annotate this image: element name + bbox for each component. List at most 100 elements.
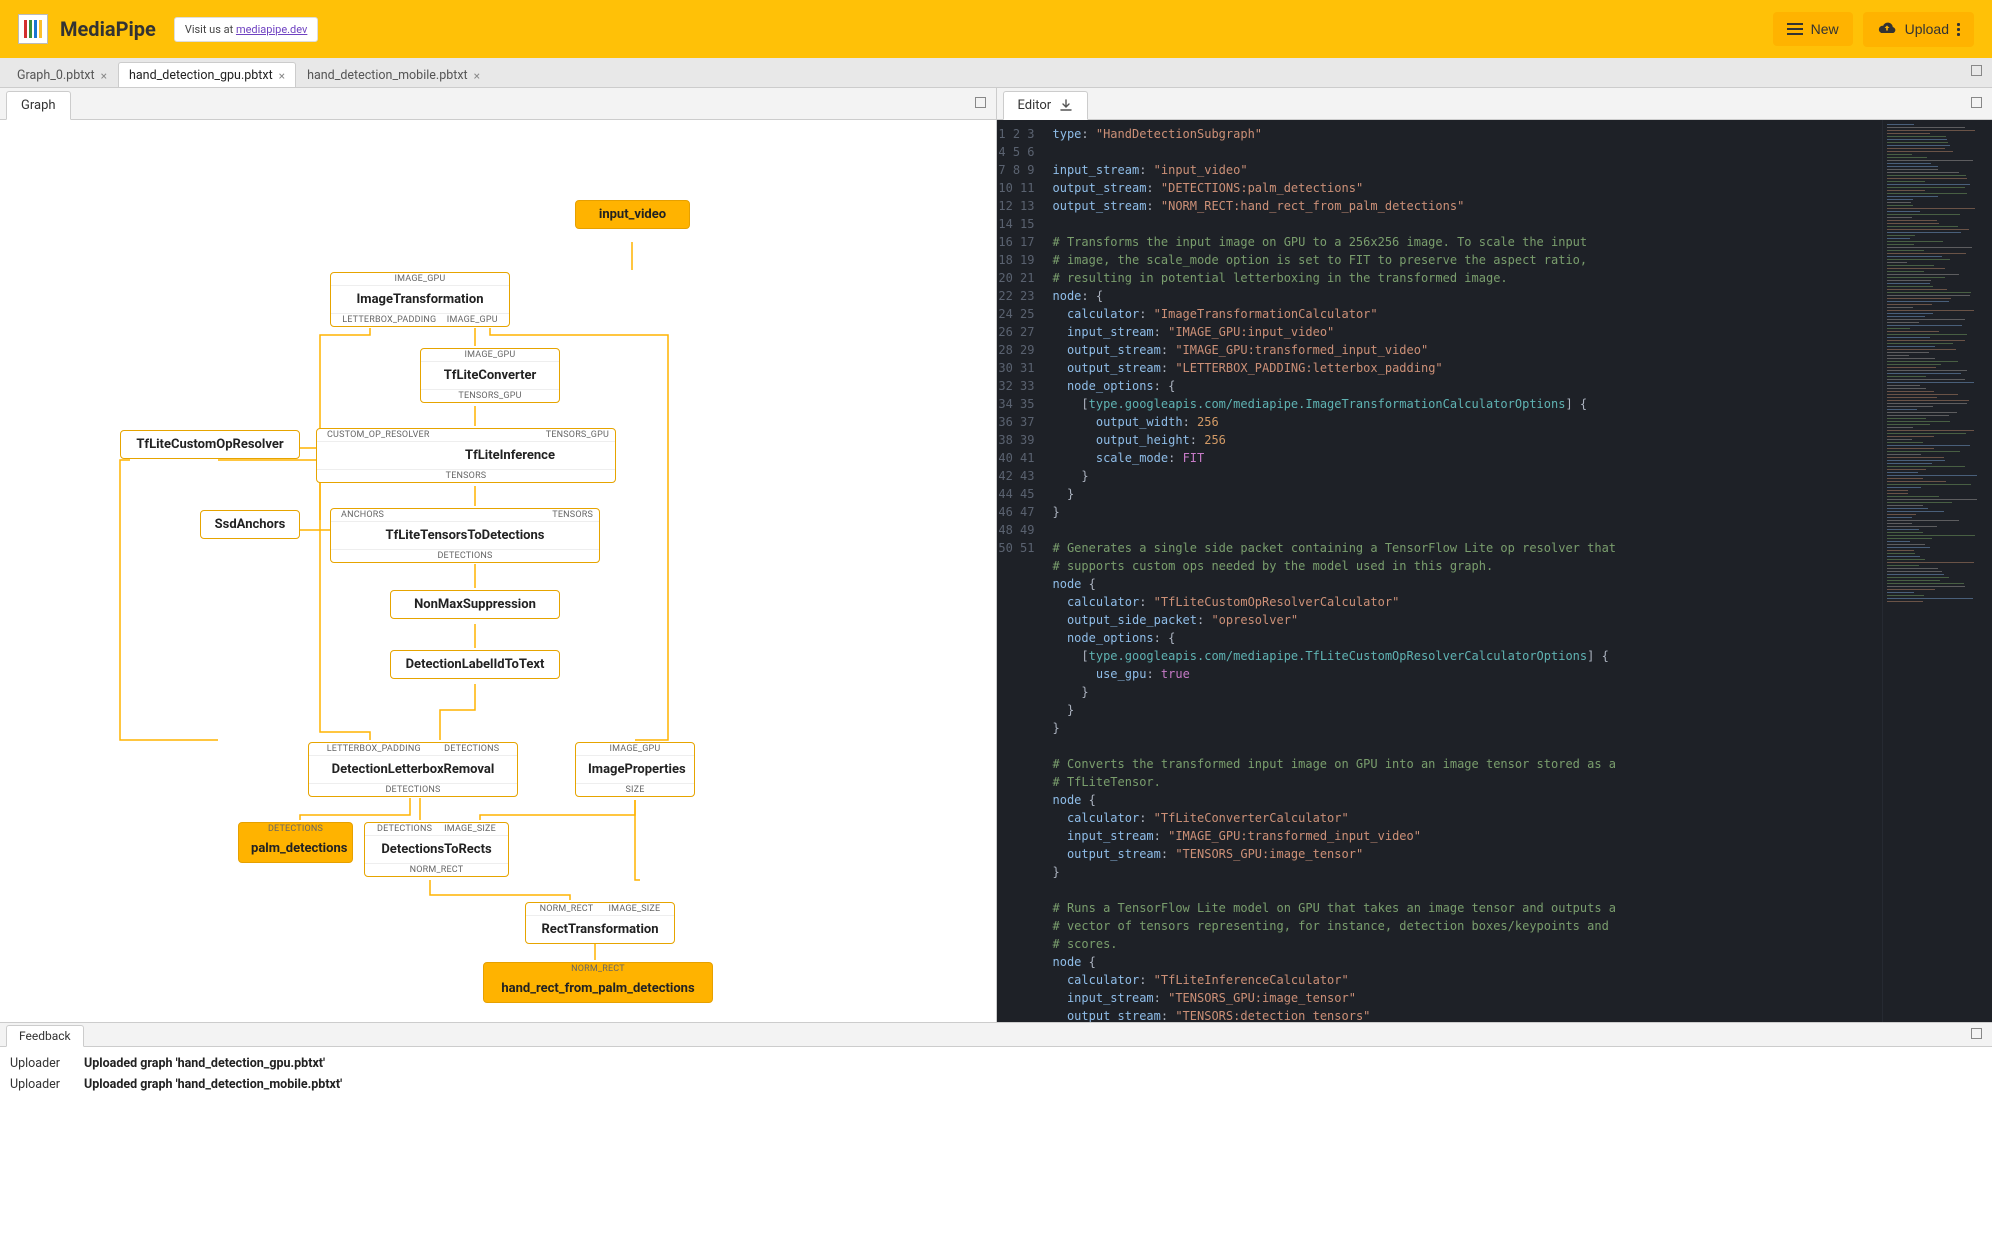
node-hand-rect[interactable]: NORM_RECT hand_rect_from_palm_detections <box>483 962 713 1003</box>
port-label: LETTERBOX_PADDING <box>327 744 421 754</box>
code-content[interactable]: type: "HandDetectionSubgraph" input_stre… <box>1043 120 1883 1022</box>
node-tflite-inference[interactable]: CUSTOM_OP_RESOLVERTENSORS_GPU TfLiteInfe… <box>316 428 616 483</box>
maximize-icon[interactable] <box>1971 65 1982 76</box>
feedback-body: Uploader Uploaded graph 'hand_detection_… <box>0 1047 1992 1242</box>
node-input-video[interactable]: input_video <box>575 200 690 229</box>
node-title: ImageProperties <box>576 756 694 783</box>
node-title: DetectionLetterboxRemoval <box>309 756 517 783</box>
port-label: IMAGE_GPU <box>610 744 661 754</box>
feedback-message: Uploaded graph 'hand_detection_mobile.pb… <box>84 1077 342 1092</box>
port-label: DETECTIONS <box>385 785 440 795</box>
visit-link[interactable]: mediapipe.dev <box>236 23 307 36</box>
app-header: MediaPipe Visit us at mediapipe.dev New … <box>0 0 1992 58</box>
editor-panel-tabs: Editor <box>997 88 1992 120</box>
port-label: TENSORS_GPU <box>546 430 609 440</box>
node-title: DetectionLabelIdToText <box>391 651 559 678</box>
feedback-tab[interactable]: Feedback <box>6 1025 84 1047</box>
new-button[interactable]: New <box>1773 12 1853 46</box>
download-icon[interactable] <box>1059 99 1073 113</box>
node-letterbox-removal[interactable]: LETTERBOX_PADDING DETECTIONS DetectionLet… <box>308 742 518 797</box>
file-tab-hand-mobile[interactable]: hand_detection_mobile.pbtxt × <box>296 62 491 87</box>
graph-panel: Graph <box>0 88 997 1022</box>
port-label: IMAGE_GPU <box>395 274 446 284</box>
app-title: MediaPipe <box>60 17 156 41</box>
node-title: RectTransformation <box>526 916 674 943</box>
file-tab-label: hand_detection_mobile.pbtxt <box>307 68 468 83</box>
port-label: TENSORS_GPU <box>458 391 521 401</box>
node-tensors-to-detections[interactable]: ANCHORSTENSORS TfLiteTensorsToDetections… <box>330 508 600 563</box>
port-label: DETECTIONS <box>437 551 492 561</box>
upload-button-label: Upload <box>1905 21 1949 37</box>
node-title: TfLiteInference <box>317 442 615 469</box>
node-title: hand_rect_from_palm_detections <box>484 975 712 1002</box>
close-icon[interactable]: × <box>101 69 107 83</box>
port-label: SIZE <box>625 785 644 795</box>
graph-canvas[interactable]: input_video IMAGE_GPU ImageTransformatio… <box>0 120 996 1022</box>
graph-panel-tabs: Graph <box>0 88 996 120</box>
maximize-icon[interactable] <box>1971 1028 1982 1039</box>
node-tflite-converter[interactable]: IMAGE_GPU TfLiteConverter TENSORS_GPU <box>420 348 560 403</box>
port-label: ANCHORS <box>337 510 552 520</box>
node-tflite-custom-op[interactable]: TfLiteCustomOpResolver <box>120 430 300 459</box>
feedback-source: Uploader <box>10 1056 70 1071</box>
port-label: IMAGE_GPU <box>465 350 516 360</box>
file-tab-label: hand_detection_gpu.pbtxt <box>129 68 273 83</box>
node-title: TfLiteConverter <box>421 362 559 389</box>
node-ssd-anchors[interactable]: SsdAnchors <box>200 510 300 539</box>
node-title: palm_detections <box>239 835 352 862</box>
editor-tab-label: Editor <box>1018 98 1052 113</box>
port-label: DETECTIONS <box>268 824 323 834</box>
graph-tab[interactable]: Graph <box>6 91 71 120</box>
node-title: input_video <box>576 201 689 228</box>
file-tab-bar: Graph_0.pbtxt × hand_detection_gpu.pbtxt… <box>0 58 1992 88</box>
feedback-panel: Feedback Uploader Uploaded graph 'hand_d… <box>0 1022 1992 1242</box>
line-gutter: 1 2 3 4 5 6 7 8 9 10 11 12 13 14 15 16 1… <box>997 120 1043 1022</box>
upload-button[interactable]: Upload <box>1863 12 1974 47</box>
port-label: IMAGE_SIZE <box>444 824 496 834</box>
new-button-label: New <box>1811 21 1839 37</box>
node-image-properties[interactable]: IMAGE_GPU ImageProperties SIZE <box>575 742 695 797</box>
port-label: DETECTIONS <box>377 824 432 834</box>
node-title: DetectionsToRects <box>365 836 508 863</box>
node-detection-label-id[interactable]: DetectionLabelIdToText <box>390 650 560 679</box>
maximize-icon[interactable] <box>975 97 986 108</box>
node-image-transformation[interactable]: IMAGE_GPU ImageTransformation LETTERBOX_… <box>330 272 510 327</box>
close-icon[interactable]: × <box>279 69 285 83</box>
feedback-row: Uploader Uploaded graph 'hand_detection_… <box>10 1074 1982 1095</box>
minimap[interactable] <box>1882 120 1992 1022</box>
feedback-row: Uploader Uploaded graph 'hand_detection_… <box>10 1053 1982 1074</box>
port-label: TENSORS <box>446 471 487 481</box>
port-label: IMAGE_SIZE <box>609 904 661 914</box>
port-label: CUSTOM_OP_RESOLVER <box>323 430 546 440</box>
editor-panel: Editor 1 2 3 4 5 6 7 8 9 10 11 12 13 14 … <box>997 88 1992 1022</box>
feedback-header: Feedback <box>0 1023 1992 1047</box>
node-rect-transformation[interactable]: NORM_RECTIMAGE_SIZE RectTransformation <box>525 902 675 944</box>
file-tab-hand-gpu[interactable]: hand_detection_gpu.pbtxt × <box>118 62 296 87</box>
port-label: NORM_RECT <box>571 964 625 974</box>
port-label: TENSORS <box>552 510 593 520</box>
code-editor[interactable]: 1 2 3 4 5 6 7 8 9 10 11 12 13 14 15 16 1… <box>997 120 1992 1022</box>
feedback-message: Uploaded graph 'hand_detection_gpu.pbtxt… <box>84 1056 325 1071</box>
file-tab-label: Graph_0.pbtxt <box>17 68 95 83</box>
node-title: SsdAnchors <box>201 511 299 538</box>
maximize-icon[interactable] <box>1971 97 1982 108</box>
node-non-max-suppression[interactable]: NonMaxSuppression <box>390 590 560 619</box>
visit-prefix: Visit us at <box>185 23 236 36</box>
main-split: Graph <box>0 88 1992 1022</box>
file-tab-graph0[interactable]: Graph_0.pbtxt × <box>6 62 118 87</box>
menu-icon <box>1787 23 1803 35</box>
node-palm-detections[interactable]: DETECTIONS palm_detections <box>238 822 353 863</box>
node-title: TfLiteTensorsToDetections <box>331 522 599 549</box>
node-detections-to-rects[interactable]: DETECTIONS IMAGE_SIZE DetectionsToRects N… <box>364 822 509 877</box>
graph-tab-label: Graph <box>21 98 56 113</box>
node-title: TfLiteCustomOpResolver <box>121 431 299 458</box>
close-icon[interactable]: × <box>474 69 480 83</box>
cloud-upload-icon <box>1877 21 1897 38</box>
editor-tab[interactable]: Editor <box>1003 91 1089 120</box>
port-label: NORM_RECT <box>410 865 464 875</box>
node-title: NonMaxSuppression <box>391 591 559 618</box>
app-logo <box>18 14 48 44</box>
port-label: LETTERBOX_PADDING <box>342 315 436 325</box>
more-icon <box>1957 22 1960 36</box>
visit-link-pill[interactable]: Visit us at mediapipe.dev <box>174 17 319 42</box>
